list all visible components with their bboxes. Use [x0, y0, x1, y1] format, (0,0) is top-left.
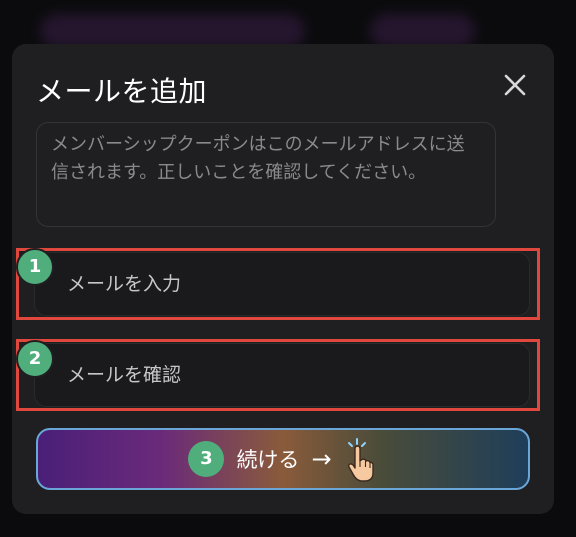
close-button[interactable]: [500, 70, 530, 100]
confirm-email-field-highlight: [16, 339, 540, 411]
blurred-header-item: [40, 14, 305, 48]
bottom-edge: [0, 525, 576, 537]
continue-button[interactable]: 3 続ける →: [36, 428, 530, 490]
step-badge-3: 3: [188, 441, 225, 477]
modal-title: メールを追加: [36, 75, 208, 108]
add-email-modal: メールを追加 メンバーシップクーポンはこのメールアドレスに送信されます。正しいこ…: [12, 44, 554, 514]
close-icon: [504, 74, 526, 96]
step-badge-2: 2: [16, 340, 54, 378]
step-badge-1: 1: [16, 248, 54, 286]
arrow-right-icon: →: [311, 445, 332, 473]
pointing-hand-icon: [347, 438, 374, 482]
continue-button-content: 3 続ける →: [38, 430, 528, 488]
email-field-highlight: [16, 248, 540, 320]
continue-button-label: 続ける: [236, 448, 300, 472]
blurred-header-item: [370, 14, 475, 48]
info-notice: メンバーシップクーポンはこのメールアドレスに送信されます。正しいことを確認してく…: [36, 122, 496, 227]
